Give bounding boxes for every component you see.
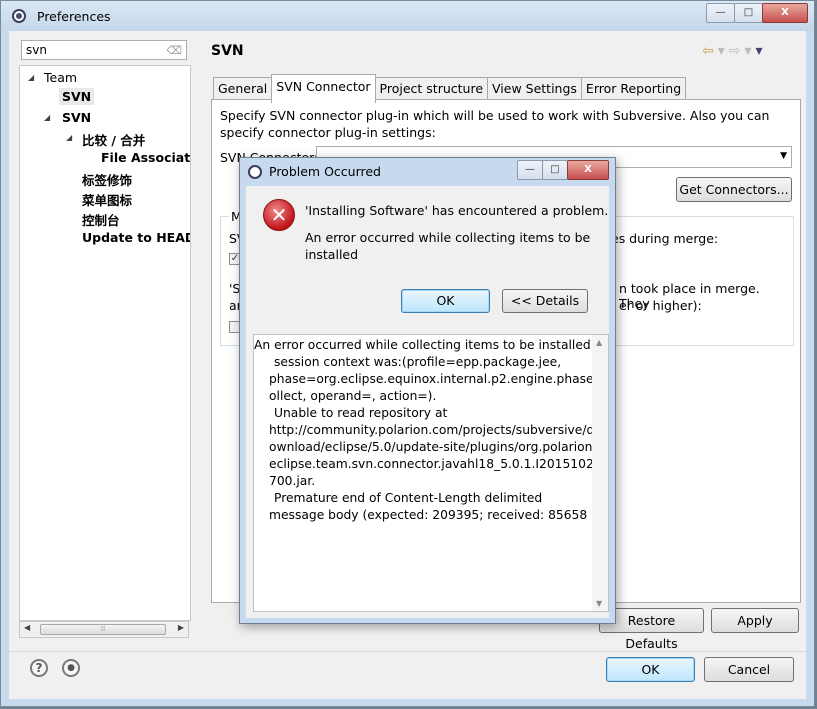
tree-item-label-decorations[interactable]: 标签修饰: [82, 170, 132, 189]
clear-filter-icon[interactable]: ⌫: [166, 44, 182, 57]
page-navigation: ⇦▾⇨▾▾: [702, 43, 767, 59]
tree-item-update-to-head[interactable]: Update to HEAD: [82, 230, 190, 245]
tree-item-team[interactable]: Team: [44, 70, 77, 85]
scroll-left-icon[interactable]: ◀: [24, 623, 30, 632]
scroll-down-icon[interactable]: ▼: [596, 599, 602, 608]
forward-dropdown-icon[interactable]: ▾: [745, 43, 756, 59]
error-details-text[interactable]: An error occurred while collecting items…: [253, 334, 609, 612]
details-line: Unable to read repository at: [274, 406, 448, 420]
details-line: 700.jar.: [269, 474, 316, 488]
details-line: session context was:(profile=epp.package…: [274, 355, 562, 369]
scroll-thumb[interactable]: ⦙⦙⦙: [40, 624, 166, 635]
import-export-icon[interactable]: ●: [62, 659, 80, 677]
dialog-title: Problem Occurred: [269, 164, 381, 179]
error-message-detail: An error occurred while collecting items…: [305, 230, 591, 262]
preferences-tree[interactable]: ◢ Team SVN ◢ SVN ◢ 比较 / 合并 File Associat…: [19, 65, 191, 621]
dialog-client: ✕ 'Installing Software' has encountered …: [246, 186, 609, 618]
setting-3-label-right: er or higher):: [619, 298, 702, 313]
scroll-up-icon[interactable]: ▲: [596, 338, 602, 347]
tree-item-svn[interactable]: SVN: [62, 110, 91, 125]
tree-item-file-associations[interactable]: File Associatic: [101, 150, 190, 165]
back-arrow-icon[interactable]: ⇦: [702, 43, 718, 59]
tab-project-structure[interactable]: Project structure: [374, 77, 489, 99]
error-message-title: 'Installing Software' has encountered a …: [305, 203, 609, 218]
tree-item-menu-icons[interactable]: 菜单图标: [82, 190, 132, 209]
view-menu-icon[interactable]: ▾: [756, 43, 767, 59]
window-title: Preferences: [37, 9, 111, 24]
eclipse-icon: [12, 9, 26, 23]
maximize-button[interactable]: □: [734, 3, 763, 23]
bottom-separator: [9, 651, 806, 652]
tab-general[interactable]: General: [213, 77, 273, 99]
forward-arrow-icon[interactable]: ⇨: [729, 43, 745, 59]
tab-strip: General SVN Connector Project structure …: [213, 74, 687, 103]
filter-input[interactable]: svn ⌫: [21, 40, 187, 60]
details-line: An error occurred while collecting items…: [254, 338, 591, 352]
details-vertical-scrollbar[interactable]: ▲ ▼: [592, 335, 608, 611]
page-title: SVN: [211, 43, 244, 59]
close-button[interactable]: X: [762, 3, 808, 23]
dialog-close-button[interactable]: X: [567, 160, 609, 180]
back-dropdown-icon[interactable]: ▾: [718, 43, 729, 59]
tree-item-compare-merge[interactable]: 比较 / 合并: [82, 130, 145, 149]
scroll-right-icon[interactable]: ▶: [178, 623, 184, 632]
tab-error-reporting[interactable]: Error Reporting: [580, 77, 687, 99]
dialog-minimize-button[interactable]: —: [517, 160, 543, 180]
collapse-triangle-icon[interactable]: ◢: [28, 73, 34, 82]
tree-item-console[interactable]: 控制台: [82, 210, 120, 229]
details-line: phase=org.eclipse.equinox.internal.p2.en…: [269, 372, 609, 386]
details-line: message body (expected: 209395; received…: [269, 508, 588, 522]
details-line: Premature end of Content-Length delimite…: [274, 491, 543, 505]
title-bar[interactable]: Preferences — □ X: [1, 1, 814, 31]
tab-view-settings[interactable]: View Settings: [487, 77, 582, 99]
ok-button[interactable]: OK: [606, 657, 695, 682]
connector-description: Specify SVN connector plug-in which will…: [220, 108, 770, 140]
dialog-details-button[interactable]: << Details: [502, 289, 588, 313]
filter-value: svn: [26, 43, 47, 57]
problem-occurred-dialog: Problem Occurred — □ X ✕ 'Installing Sof…: [239, 157, 616, 624]
eclipse-icon: [248, 165, 262, 179]
cancel-button[interactable]: Cancel: [704, 657, 794, 682]
help-icon[interactable]: ?: [30, 659, 48, 677]
tree-item-team-svn[interactable]: SVN: [59, 88, 95, 105]
details-line: ownload/eclipse/5.0/update-site/plugins/…: [269, 440, 597, 454]
dialog-ok-button[interactable]: OK: [401, 289, 490, 313]
collapse-triangle-icon[interactable]: ◢: [66, 133, 72, 142]
tab-svn-connector[interactable]: SVN Connector: [271, 74, 376, 103]
get-connectors-button[interactable]: Get Connectors...: [676, 177, 792, 202]
tree-horizontal-scrollbar[interactable]: ◀ ⦙⦙⦙ ▶: [19, 621, 189, 638]
details-line: ollect, operand=, action=).: [269, 389, 437, 403]
setting-1-label-right: es during merge:: [611, 231, 719, 246]
collapse-triangle-icon[interactable]: ◢: [44, 113, 50, 122]
details-line: eclipse.team.svn.connector.javahl18_5.0.…: [269, 457, 609, 471]
dropdown-arrow-icon[interactable]: ▼: [780, 151, 787, 161]
dialog-maximize-button[interactable]: □: [542, 160, 568, 180]
details-line: http://community.polarion.com/projects/s…: [269, 423, 595, 437]
apply-button[interactable]: Apply: [711, 608, 799, 633]
error-icon: ✕: [263, 199, 295, 231]
minimize-button[interactable]: —: [706, 3, 735, 23]
